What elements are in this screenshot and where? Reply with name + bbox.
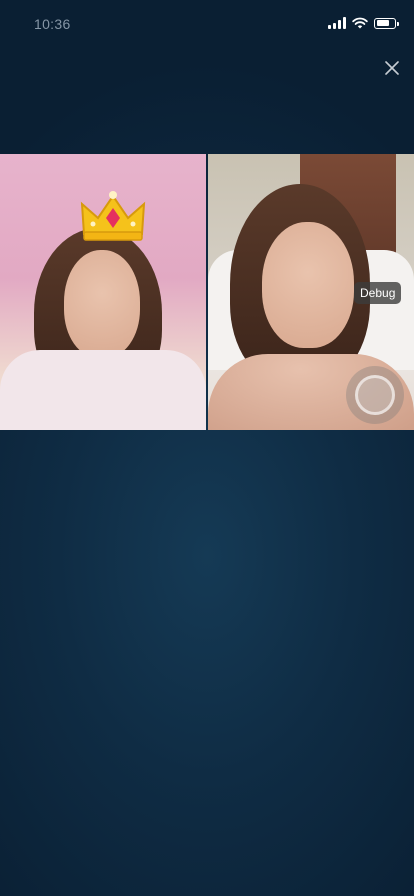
debug-button[interactable]: Debug bbox=[354, 282, 402, 304]
wifi-icon bbox=[352, 17, 368, 29]
status-time: 10:36 bbox=[34, 16, 71, 32]
left-person-shirt bbox=[0, 350, 206, 430]
capture-button-icon bbox=[355, 375, 395, 415]
left-person-face bbox=[64, 250, 140, 358]
cellular-signal-icon bbox=[328, 17, 346, 29]
battery-fill bbox=[376, 20, 390, 26]
capture-button[interactable] bbox=[346, 366, 404, 424]
status-icons bbox=[328, 15, 399, 31]
battery-icon bbox=[374, 17, 399, 29]
close-icon bbox=[385, 61, 399, 75]
status-bar: 10:36 bbox=[0, 0, 414, 48]
close-button[interactable] bbox=[378, 54, 406, 82]
right-person-face bbox=[262, 222, 354, 348]
local-video[interactable] bbox=[0, 154, 206, 430]
crown-filter-icon bbox=[80, 191, 146, 241]
